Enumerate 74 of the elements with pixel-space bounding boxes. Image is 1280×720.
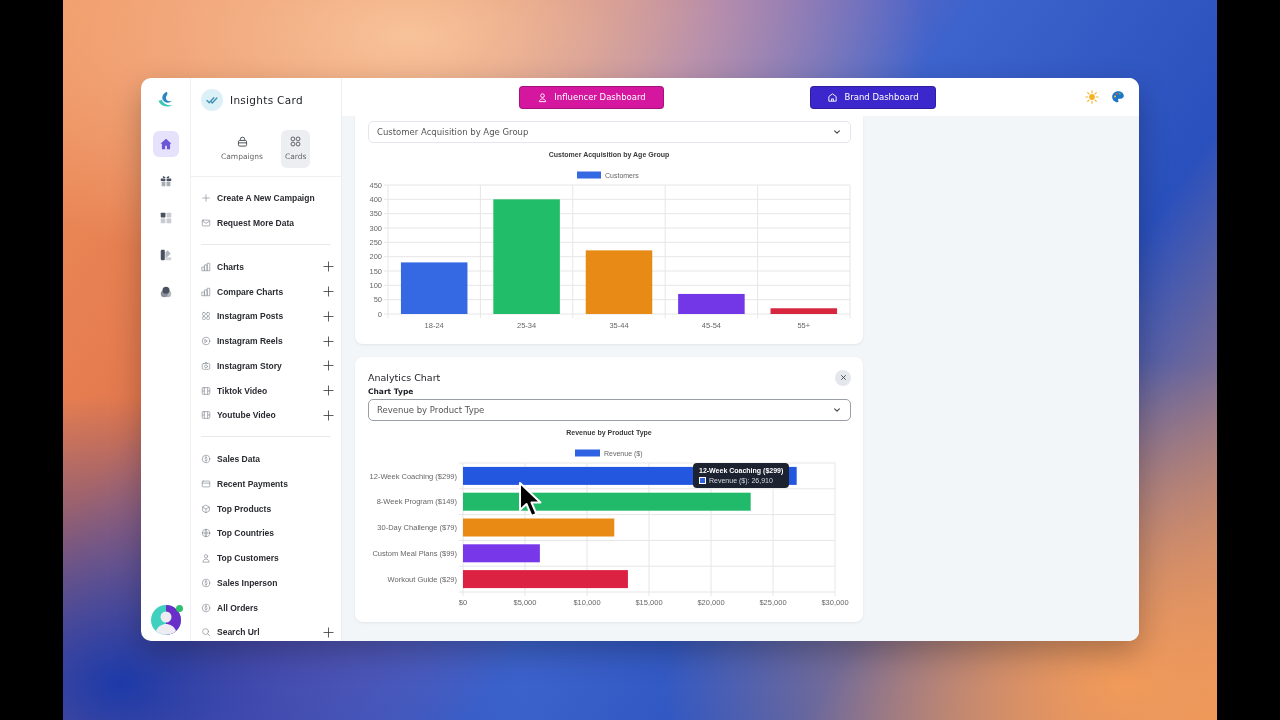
person-icon (537, 91, 549, 103)
sidebar-item[interactable]: Tiktok Video (201, 385, 268, 396)
sidebar-item[interactable]: Top Products (201, 503, 272, 514)
sidebar-item[interactable]: Create A New Campaign (201, 193, 315, 204)
plus-icon (201, 193, 211, 204)
plus-icon (323, 261, 334, 273)
close-icon (840, 375, 846, 380)
sidebar-item[interactable]: All Orders (201, 602, 259, 613)
check-icon (201, 89, 223, 111)
home-icon (158, 137, 173, 151)
palette-icon[interactable] (1111, 90, 1125, 104)
chart-type-dropdown[interactable]: Customer Acquisition by Age Group (368, 121, 851, 143)
dollar-icon (201, 602, 211, 613)
chevron-down-icon (833, 406, 841, 414)
camera-icon (201, 360, 211, 371)
avatar-icon[interactable] (150, 605, 181, 635)
add-button[interactable] (323, 360, 334, 372)
plus-icon (323, 310, 334, 322)
sidebar-item[interactable]: Request More Data (201, 218, 294, 229)
close-button[interactable] (835, 369, 851, 386)
sidebar-item[interactable]: Top Customers (201, 553, 279, 564)
bar-chart-icon (201, 286, 211, 297)
plus-icon (323, 360, 334, 372)
sidebar-item[interactable]: Recent Payments (201, 478, 288, 489)
credit-card-icon (201, 478, 211, 489)
box-icon (201, 503, 211, 514)
plus-icon (323, 385, 334, 397)
sidebar-item[interactable]: Instagram Story (201, 360, 282, 371)
sidebar-item[interactable]: Sales Inperson (201, 577, 278, 588)
add-button[interactable] (323, 286, 334, 298)
tiles-icon (158, 211, 173, 225)
film-icon (201, 385, 211, 396)
gift-icon (158, 174, 173, 188)
plus-icon (323, 626, 334, 638)
chevron-down-icon (833, 128, 841, 136)
bag-icon (235, 135, 249, 148)
sidebar-item[interactable]: Instagram Posts (201, 311, 284, 322)
add-button[interactable] (323, 335, 334, 347)
person-icon (201, 553, 211, 564)
add-button[interactable] (323, 261, 334, 273)
bar-chart-icon (201, 261, 211, 272)
search-icon (201, 627, 211, 638)
grid-icon (289, 135, 303, 148)
rail-button[interactable] (152, 131, 179, 157)
play-icon (201, 336, 211, 347)
swatch-icon (158, 248, 173, 262)
sidebar-item[interactable]: Instagram Reels (201, 336, 283, 347)
dollar-icon (201, 454, 211, 465)
dashboard-button[interactable]: Influencer Dashboard (519, 85, 664, 109)
plus-icon (323, 409, 334, 421)
sidebar-item[interactable]: Search Url (201, 627, 260, 638)
dollar-icon (201, 577, 211, 588)
plus-icon (323, 335, 334, 347)
chart-type-dropdown[interactable]: Revenue by Product Type (368, 399, 851, 421)
sidebar-item[interactable]: Top Countries (201, 528, 274, 539)
sidebar-title: Insights Card (230, 94, 303, 106)
plus-icon (323, 286, 334, 298)
add-button[interactable] (323, 409, 334, 421)
mouse-pointer-icon (518, 481, 543, 518)
home-icon (827, 91, 839, 103)
card-title: Analytics Chart (368, 372, 441, 383)
circles-icon (158, 285, 173, 299)
dashboard-button[interactable]: Brand Dashboard (810, 85, 936, 109)
add-button[interactable] (323, 310, 334, 322)
sidebar-item[interactable]: Youtube Video (201, 410, 276, 421)
grid-icon (201, 311, 211, 322)
sidebar-item[interactable]: Charts (201, 261, 244, 272)
film-icon (201, 410, 211, 421)
add-button[interactable] (323, 626, 334, 638)
add-button[interactable] (323, 385, 334, 397)
sidebar-item[interactable]: Sales Data (201, 454, 260, 465)
globe-icon (201, 528, 211, 539)
sidebar-item[interactable]: Compare Charts (201, 286, 284, 297)
mail-icon (201, 218, 211, 229)
